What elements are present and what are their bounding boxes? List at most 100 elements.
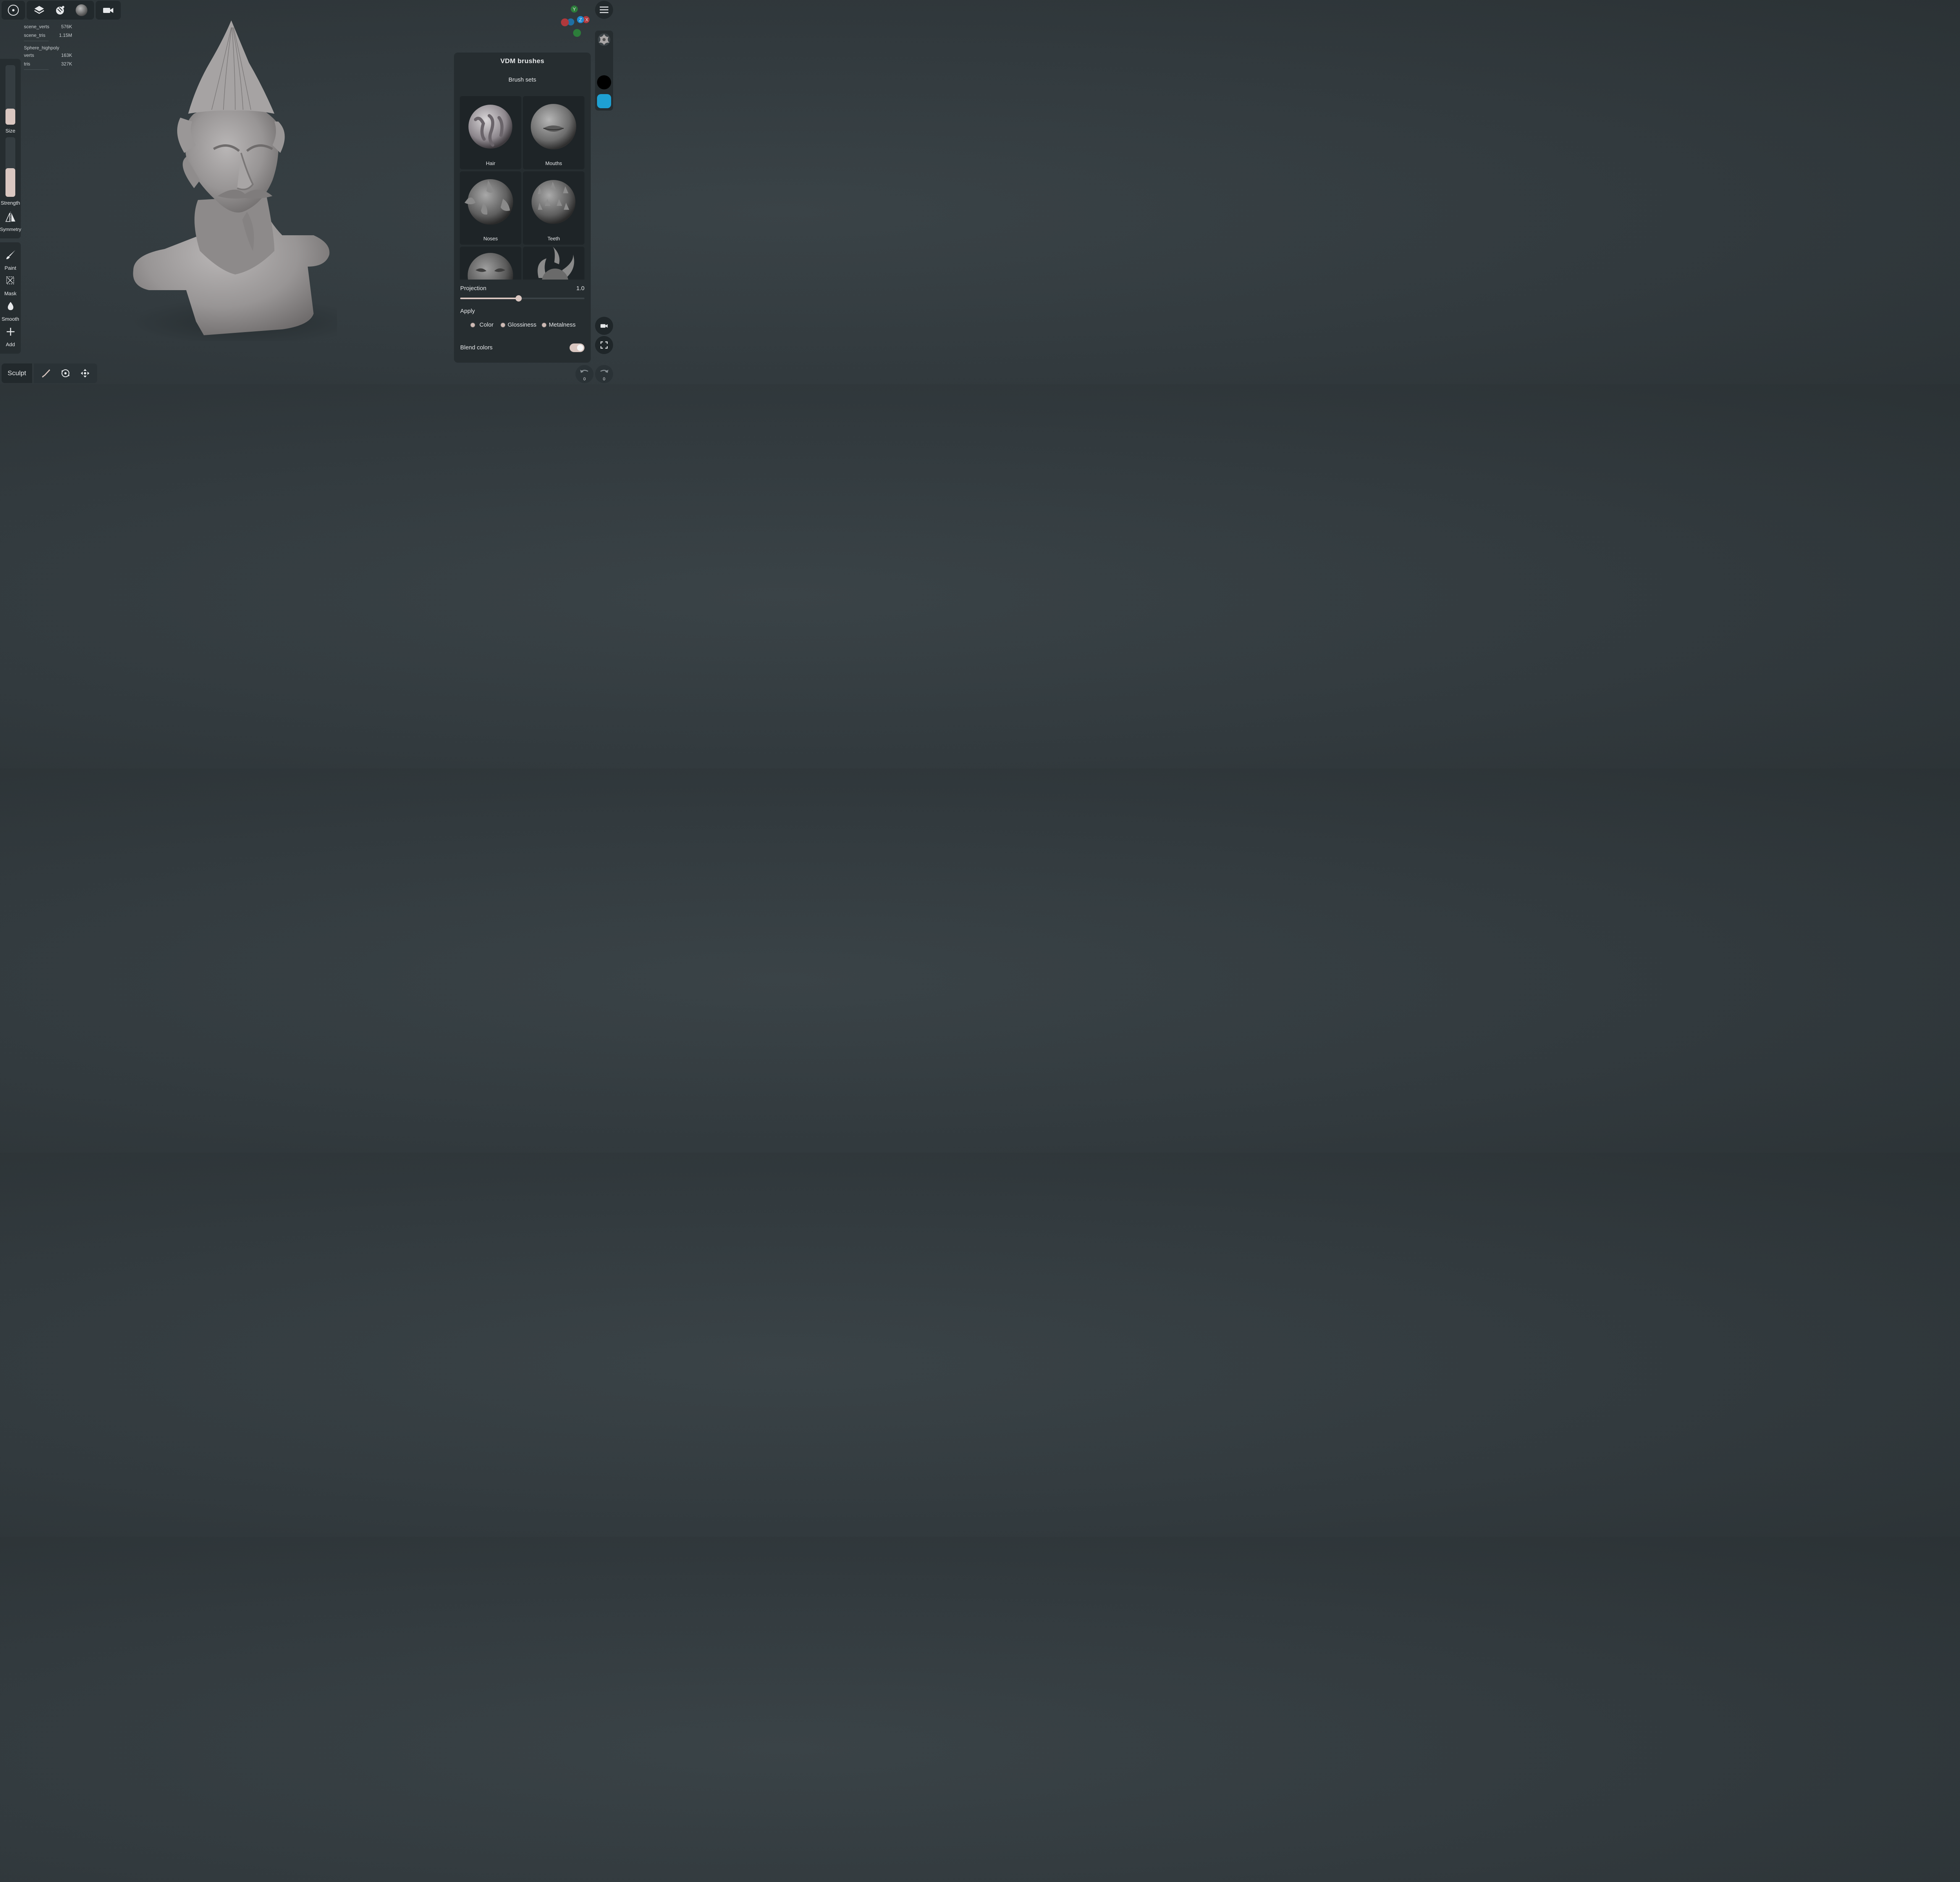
stat-label: tris xyxy=(24,61,30,67)
mask-label: Mask xyxy=(4,291,17,296)
mask-tool-button[interactable] xyxy=(0,275,21,286)
toggle-knob xyxy=(577,345,583,351)
right-tool-column xyxy=(595,31,613,111)
size-label: Size xyxy=(5,128,16,134)
apply-glossiness-checkbox[interactable]: Glossiness xyxy=(501,322,536,328)
checkbox-dot xyxy=(542,322,546,327)
move-arrows-icon xyxy=(81,369,89,378)
scene-tris-row: scene_tris 1.15M xyxy=(24,31,72,40)
brush-sets-grid: Hair Mouths Noses Teeth xyxy=(460,96,584,280)
projection-label: Projection xyxy=(460,285,486,292)
undo-count: 0 xyxy=(583,377,586,381)
size-slider[interactable] xyxy=(5,65,15,125)
scene-stats: scene_verts 576K scene_tris 1.15M Sphere… xyxy=(24,23,72,71)
checkbox-label: Metalness xyxy=(549,322,576,328)
main-menu-button[interactable] xyxy=(4,2,23,19)
stat-label: scene_verts xyxy=(24,24,49,29)
scene-toolbar-group xyxy=(27,1,94,20)
tool-shortcuts-panel: Paint Mask Smooth Add xyxy=(0,242,21,354)
neg-y-axis-handle[interactable] xyxy=(573,29,581,37)
scene-globe-icon xyxy=(56,6,64,15)
brush-set-horns[interactable] xyxy=(523,247,584,280)
apply-metalness-checkbox[interactable]: Metalness xyxy=(542,322,575,328)
plus-icon xyxy=(6,328,15,336)
orientation-gizmo[interactable]: Y X Z xyxy=(559,4,594,39)
main-toolbar-group xyxy=(2,1,25,20)
bottom-toolbar: Sculpt xyxy=(2,363,97,383)
transform-gizmo-icon xyxy=(61,369,70,377)
projection-slider-knob[interactable] xyxy=(515,295,522,302)
top-toolbar xyxy=(2,1,121,20)
brush-settings-panel: Size Strength Symmetry xyxy=(0,59,21,238)
paint-label: Paint xyxy=(4,265,16,271)
projection-slider[interactable] xyxy=(460,295,584,302)
scene-verts-row: scene_verts 576K xyxy=(24,23,72,31)
nose-sphere-icon xyxy=(465,179,513,225)
mask-icon xyxy=(6,276,14,284)
undo-icon xyxy=(580,370,588,373)
strength-slider[interactable] xyxy=(5,137,15,197)
fullscreen-icon xyxy=(600,341,608,349)
transform-tool-button[interactable] xyxy=(56,365,75,382)
brush-set-eyes[interactable] xyxy=(460,247,521,280)
smooth-tool-button[interactable] xyxy=(0,301,21,311)
checkbox-label: Glossiness xyxy=(508,322,537,328)
brush-tool-icon xyxy=(42,369,50,378)
brush-sets-header: Brush sets xyxy=(508,76,536,83)
brush-set-teeth[interactable]: Teeth xyxy=(523,171,584,245)
strength-label: Strength xyxy=(0,200,20,206)
apply-color-checkbox[interactable]: Color xyxy=(470,322,494,328)
brush-set-hair[interactable]: Hair xyxy=(460,96,521,169)
drop-icon xyxy=(7,302,13,310)
neg-x-axis-handle[interactable] xyxy=(561,18,569,26)
stat-value: 327K xyxy=(61,61,72,67)
hamburger-menu-button[interactable] xyxy=(595,1,613,19)
fullscreen-button[interactable] xyxy=(595,336,613,354)
scene-button[interactable] xyxy=(50,2,71,19)
teeth-sphere-icon xyxy=(532,180,575,224)
brush-set-label: Noses xyxy=(483,236,498,242)
stat-value: 163K xyxy=(61,53,72,58)
checkbox-label: Color xyxy=(479,322,494,328)
material-button[interactable] xyxy=(71,2,92,19)
camera-icon xyxy=(103,8,113,13)
primary-color-swatch[interactable] xyxy=(597,75,611,89)
blend-colors-toggle[interactable] xyxy=(570,343,584,352)
symmetry-button[interactable] xyxy=(0,212,21,223)
layers-icon xyxy=(34,6,44,14)
camera-icon xyxy=(600,324,608,328)
brush-set-label: Mouths xyxy=(545,160,562,166)
quick-tools xyxy=(34,363,97,383)
eyes-sphere-icon xyxy=(468,253,513,280)
redo-button[interactable]: 0 xyxy=(595,365,613,383)
brush-preview-button[interactable] xyxy=(597,33,611,47)
hamburger-icon xyxy=(600,6,608,13)
divider xyxy=(24,69,49,70)
add-tool-button[interactable] xyxy=(0,327,21,336)
apply-label: Apply xyxy=(460,308,475,314)
checkbox-dot xyxy=(470,322,475,327)
tris-row: tris 327K xyxy=(24,60,72,69)
y-axis-label: Y xyxy=(573,7,576,12)
x-axis-label: X xyxy=(585,17,588,23)
brush-set-mouths[interactable]: Mouths xyxy=(523,96,584,169)
paint-tool-button[interactable] xyxy=(0,249,21,260)
brush-tool-button[interactable] xyxy=(36,365,56,382)
sculpt-model-viewport[interactable] xyxy=(118,16,337,341)
sculpt-mode-button[interactable]: Sculpt xyxy=(2,363,32,383)
z-axis-label: Z xyxy=(579,17,582,23)
brush-set-label: Teeth xyxy=(547,236,560,242)
object-name: Sphere_highpoly xyxy=(24,45,60,51)
camera-button[interactable] xyxy=(98,2,118,19)
undo-button[interactable]: 0 xyxy=(575,365,593,383)
move-tool-button[interactable] xyxy=(75,365,95,382)
panel-title: VDM brushes xyxy=(500,57,544,65)
projection-value: 1.0 xyxy=(576,285,584,292)
camera-view-button[interactable] xyxy=(595,317,613,335)
hair-sphere-icon xyxy=(468,105,512,149)
brush-set-noses[interactable]: Noses xyxy=(460,171,521,245)
checkbox-dot xyxy=(501,322,505,327)
mouth-sphere-icon xyxy=(531,104,576,149)
secondary-color-swatch[interactable] xyxy=(597,94,611,108)
layers-button[interactable] xyxy=(29,2,49,19)
